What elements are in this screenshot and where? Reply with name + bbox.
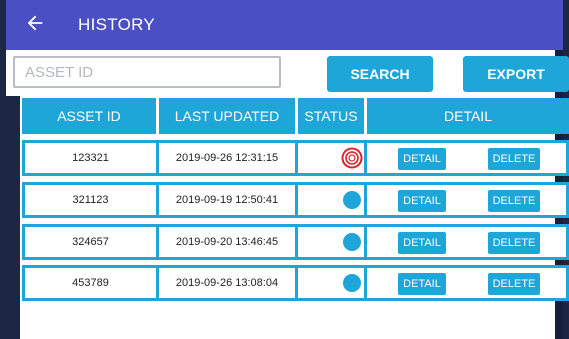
table-row: 324657 2019-09-20 13:46:45 DETAIL DELETE [22, 224, 569, 260]
column-header-last-updated: LAST UPDATED [174, 108, 280, 124]
cell-last-updated: 2019-09-20 13:46:45 [175, 236, 279, 248]
table-header: ASSET ID LAST UPDATED STATUS DETAIL [22, 98, 569, 134]
delete-button[interactable]: DELETE [488, 273, 540, 295]
cell-divider [364, 185, 367, 215]
cell-divider [364, 227, 367, 257]
cell-divider [295, 185, 298, 215]
column-header-asset-id: ASSET ID [57, 108, 121, 124]
export-button[interactable]: EXPORT [463, 56, 569, 92]
detail-button[interactable]: DETAIL [398, 232, 446, 254]
detail-button[interactable]: DETAIL [398, 190, 446, 212]
cell-divider [295, 227, 298, 257]
cell-divider [364, 268, 367, 298]
cell-asset-id: 321123 [72, 194, 109, 206]
cell-last-updated: 2019-09-26 13:08:04 [175, 277, 279, 289]
detail-button[interactable]: DETAIL [398, 148, 446, 170]
cell-divider [295, 268, 298, 298]
cell-asset-id: 324657 [72, 236, 109, 248]
app-bar: HISTORY [6, 0, 563, 50]
table-row: 453789 2019-09-26 13:08:04 DETAIL DELETE [22, 265, 569, 301]
detail-button[interactable]: DETAIL [398, 273, 446, 295]
asset-id-search-input[interactable] [13, 56, 281, 88]
cell-divider [295, 143, 298, 173]
cell-asset-id: 123321 [72, 152, 109, 164]
back-arrow-icon[interactable] [24, 12, 46, 34]
status-dot-icon [343, 233, 361, 251]
table-row: 123321 2019-09-26 12:31:15 DETAIL DELETE [22, 140, 569, 176]
search-button[interactable]: SEARCH [327, 56, 433, 92]
column-header-detail: DETAIL [444, 108, 492, 124]
cell-last-updated: 2019-09-19 12:50:41 [175, 194, 279, 206]
cell-divider [364, 143, 367, 173]
delete-button[interactable]: DELETE [488, 190, 540, 212]
delete-button[interactable]: DELETE [488, 148, 540, 170]
column-header-status: STATUS [304, 108, 358, 124]
delete-button[interactable]: DELETE [488, 232, 540, 254]
status-alert-icon [341, 147, 363, 169]
table-row: 321123 2019-09-19 12:50:41 DETAIL DELETE [22, 182, 569, 218]
left-edge [6, 96, 20, 339]
cell-asset-id: 453789 [72, 277, 109, 289]
cell-last-updated: 2019-09-26 12:31:15 [175, 152, 279, 164]
page-title: HISTORY [78, 15, 156, 34]
status-dot-icon [343, 191, 361, 209]
status-dot-icon [343, 274, 361, 292]
